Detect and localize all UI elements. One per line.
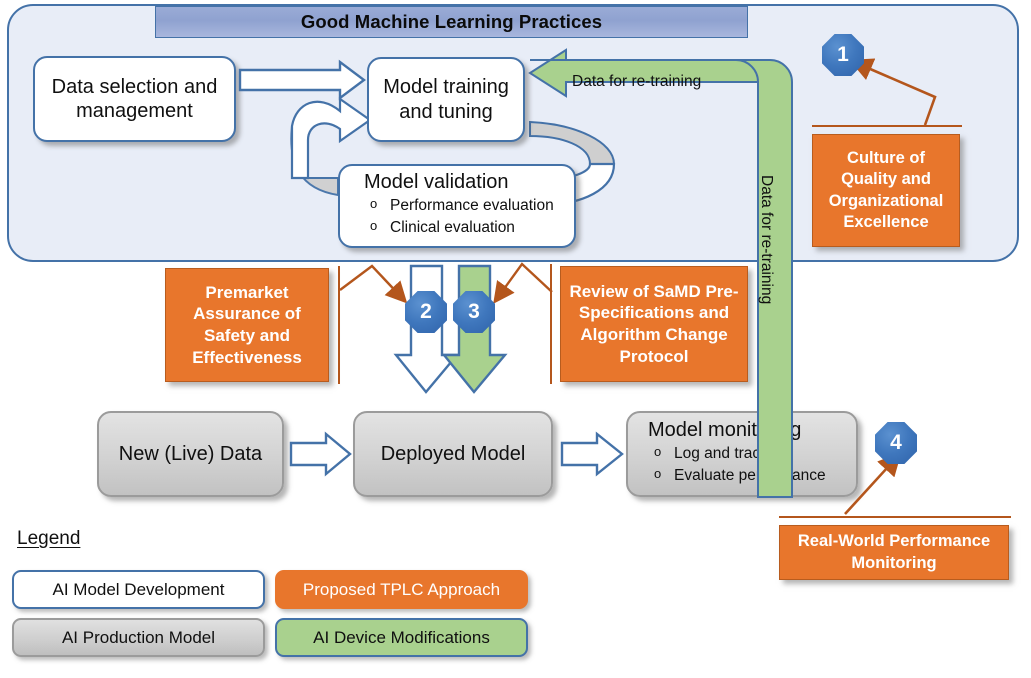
callout-rule-culture [812, 125, 962, 127]
callout-rule-premarket [338, 266, 340, 384]
legend-label: Proposed TPLC Approach [302, 579, 501, 599]
box-model-monitoring-title: Model monitoring [648, 419, 802, 441]
callout-rule-realworld [779, 516, 1011, 518]
legend-label: AI Production Model [61, 627, 216, 647]
list-item: Evaluate performance [648, 465, 848, 487]
model-monitoring-list: Log and track Evaluate performance [648, 443, 848, 488]
badge-1-number: 1 [837, 43, 849, 66]
callout-rule-review-samd [550, 264, 552, 384]
box-culture-of-quality[interactable]: Culture of Quality and Organizational Ex… [812, 134, 960, 247]
box-review-of-samd[interactable]: Review of SaMD Pre-Specifications and Al… [560, 266, 748, 382]
badge-4[interactable]: 4 [875, 422, 917, 464]
legend-item-ai-device-modifications[interactable]: AI Device Modifications [275, 618, 528, 657]
badge-3[interactable]: 3 [453, 291, 495, 333]
gmlp-title-label: Good Machine Learning Practices [300, 11, 603, 32]
box-realworld-label: Real-World Performance Monitoring [797, 532, 991, 572]
leader-line-review-samd [493, 262, 553, 304]
box-deployed-model-label: Deployed Model [380, 442, 526, 465]
legend-item-proposed-tplc-approach[interactable]: Proposed TPLC Approach [275, 570, 528, 609]
legend-item-ai-production-model[interactable]: AI Production Model [12, 618, 265, 657]
legend-item-ai-model-development[interactable]: AI Model Development [12, 570, 265, 609]
legend-label: AI Device Modifications [313, 627, 490, 647]
diagram-canvas: Data selection and management Model trai… [0, 0, 1031, 678]
label-data-for-retraining-vertical: Data for re-training [758, 175, 775, 305]
box-new-live-data[interactable]: New (Live) Data [97, 411, 284, 497]
legend-title: Legend [17, 528, 81, 549]
box-model-validation[interactable]: Model validation Performance evaluation … [338, 164, 576, 248]
box-real-world-performance-monitoring[interactable]: Real-World Performance Monitoring [779, 525, 1009, 580]
badge-4-number: 4 [890, 431, 902, 454]
arrow-deployed-to-monitoring [560, 431, 624, 477]
leader-line-premarket [339, 264, 408, 304]
box-review-samd-label: Review of SaMD Pre-Specifications and Al… [569, 281, 739, 366]
page-title: Good Machine Learning Practices [155, 6, 748, 38]
box-model-training-and-tuning[interactable]: Model training and tuning [367, 57, 525, 142]
legend-label: AI Model Development [52, 579, 225, 599]
box-data-selection-and-management[interactable]: Data selection and management [33, 56, 236, 142]
list-item: Log and track [648, 443, 848, 465]
model-validation-list: Performance evaluation Clinical evaluati… [364, 195, 566, 239]
box-premarket-label: Premarket Assurance of Safety and Effect… [192, 282, 302, 367]
box-premarket-assurance[interactable]: Premarket Assurance of Safety and Effect… [165, 268, 329, 382]
box-data-selection-label: Data selection and management [51, 75, 218, 122]
list-item: Performance evaluation [364, 195, 566, 217]
box-model-training-label: Model training and tuning [383, 76, 509, 123]
label-data-for-retraining-horizontal: Data for re-training [572, 73, 702, 90]
list-item: Clinical evaluation [364, 217, 566, 239]
box-culture-label: Culture of Quality and Organizational Ex… [828, 149, 944, 231]
box-deployed-model[interactable]: Deployed Model [353, 411, 553, 497]
box-model-monitoring[interactable]: Model monitoring Log and track Evaluate … [626, 411, 858, 497]
box-new-live-data-label: New (Live) Data [118, 442, 263, 465]
arrow-newdata-to-deployed [289, 431, 352, 477]
badge-3-number: 3 [468, 300, 480, 323]
badge-2-number: 2 [420, 300, 432, 323]
box-model-validation-title: Model validation [364, 171, 509, 193]
badge-2[interactable]: 2 [405, 291, 447, 333]
